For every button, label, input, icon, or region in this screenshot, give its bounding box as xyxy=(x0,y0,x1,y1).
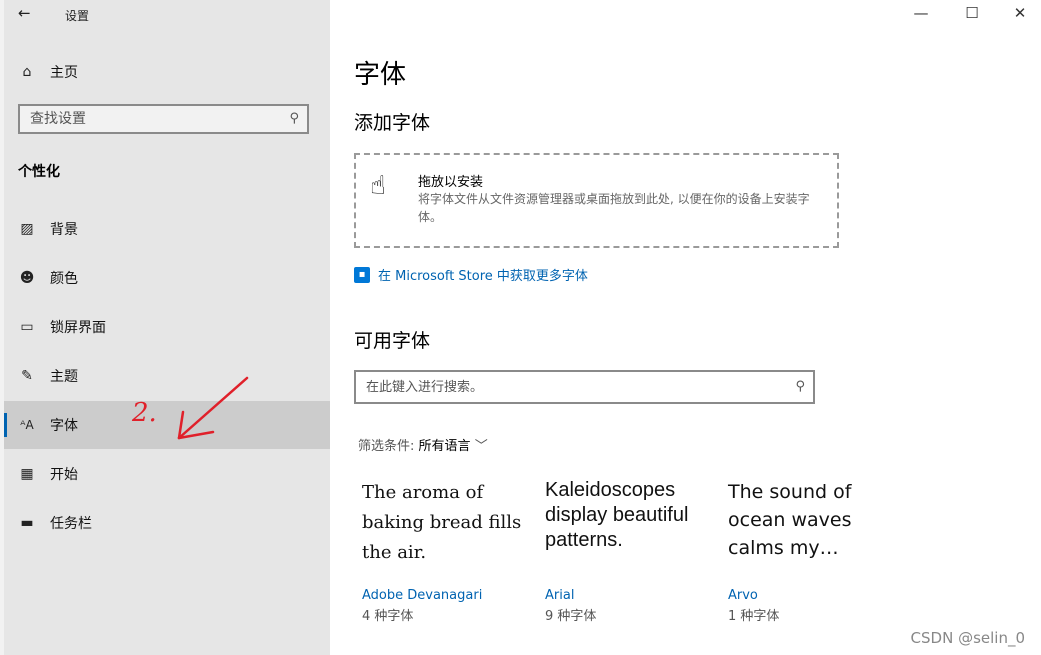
drag-hand-icon: ☝ xyxy=(370,171,386,201)
sidebar-item-label: 主页 xyxy=(50,65,78,81)
app-title: 设置 xyxy=(65,9,90,23)
font-search-box[interactable]: ⚲ xyxy=(354,370,815,404)
add-fonts-heading: 添加字体 xyxy=(354,112,431,134)
home-icon: ⌂ xyxy=(22,64,32,80)
font-name[interactable]: Adobe Devanagari xyxy=(362,588,532,603)
font-preview: The aroma of baking bread fills the air. xyxy=(362,482,522,563)
available-fonts-heading: 可用字体 xyxy=(354,330,431,352)
sidebar-item-label: 字体 xyxy=(50,418,78,434)
store-link[interactable]: ▪ 在 Microsoft Store 中获取更多字体 xyxy=(354,265,588,284)
font-count: 9 种字体 xyxy=(545,609,597,624)
font-name[interactable]: Arial xyxy=(545,588,715,603)
start-icon: ▦ xyxy=(20,466,34,482)
chevron-down-icon[interactable]: ﹀ xyxy=(475,439,488,454)
sidebar: ← 设置 ⌂ 主页 ⚲ 个性化 ▨ 背景 ☻ 颜色 ▭ 锁屏界面 ✎ 主题 ᴬA… xyxy=(0,0,330,655)
watermark: CSDN @selin_0 xyxy=(910,629,1025,647)
close-icon[interactable]: ✕ xyxy=(1005,4,1035,22)
section-title: 个性化 xyxy=(18,164,60,180)
filter-label: 筛选条件: xyxy=(358,439,415,454)
lock-screen-icon: ▭ xyxy=(20,319,34,335)
store-link-label[interactable]: 在 Microsoft Store 中获取更多字体 xyxy=(378,265,588,284)
font-search-input[interactable] xyxy=(356,372,766,402)
sidebar-item-background[interactable]: ▨ 背景 xyxy=(4,205,330,253)
drop-zone-title: 拖放以安装 xyxy=(418,175,484,190)
language-filter[interactable]: 筛选条件: 所有语言 ﹀ xyxy=(358,435,488,454)
search-icon[interactable]: ⚲ xyxy=(795,379,805,394)
page-title: 字体 xyxy=(354,60,407,90)
sidebar-item-label: 开始 xyxy=(50,467,78,483)
minimize-icon[interactable]: — xyxy=(906,4,936,22)
annotation-arrow-icon xyxy=(177,376,249,440)
sidebar-item-start[interactable]: ▦ 开始 xyxy=(4,450,330,498)
annotation-number: 2. xyxy=(132,398,157,428)
font-name[interactable]: Arvo xyxy=(728,588,898,603)
font-card-arial[interactable]: Kaleidoscopes display beautiful patterns… xyxy=(545,478,715,624)
taskbar-icon: ▬ xyxy=(20,515,34,531)
sidebar-item-label: 颜色 xyxy=(50,271,78,287)
sidebar-item-label: 任务栏 xyxy=(50,516,92,532)
search-icon[interactable]: ⚲ xyxy=(289,111,299,126)
microsoft-store-icon: ▪ xyxy=(354,266,370,283)
drop-zone-description: 将字体文件从文件资源管理器或桌面拖放到此处, 以便在你的设备上安装字体。 xyxy=(418,192,810,224)
font-count: 1 种字体 xyxy=(728,609,780,624)
font-icon: ᴬA xyxy=(20,418,34,432)
font-card-adobe-devanagari[interactable]: The aroma of baking bread fills the air.… xyxy=(362,478,532,624)
sidebar-item-label: 锁屏界面 xyxy=(50,320,106,336)
font-preview: Kaleidoscopes display beautiful patterns… xyxy=(545,479,689,551)
sidebar-item-home[interactable]: ⌂ 主页 xyxy=(4,48,330,96)
font-drop-zone[interactable]: ☝ 拖放以安装 将字体文件从文件资源管理器或桌面拖放到此处, 以便在你的设备上安… xyxy=(354,153,839,248)
sidebar-item-label: 主题 xyxy=(50,369,78,385)
font-preview: The sound of ocean waves calms my… xyxy=(728,481,852,559)
font-card-arvo[interactable]: The sound of ocean waves calms my… Arvo … xyxy=(728,478,898,624)
settings-search-input[interactable] xyxy=(20,106,270,132)
maximize-icon[interactable]: ☐ xyxy=(957,4,987,22)
sidebar-item-taskbar[interactable]: ▬ 任务栏 xyxy=(4,499,330,547)
sidebar-item-colors[interactable]: ☻ 颜色 xyxy=(4,254,330,302)
sidebar-item-lock-screen[interactable]: ▭ 锁屏界面 xyxy=(4,303,330,351)
palette-icon: ☻ xyxy=(19,270,35,286)
image-icon: ▨ xyxy=(20,221,34,237)
back-arrow-icon[interactable]: ← xyxy=(18,4,31,22)
settings-search-box[interactable]: ⚲ xyxy=(18,104,309,134)
filter-value[interactable]: 所有语言 xyxy=(419,439,471,454)
font-count: 4 种字体 xyxy=(362,609,414,624)
theme-brush-icon: ✎ xyxy=(21,368,33,384)
sidebar-item-label: 背景 xyxy=(50,222,78,238)
